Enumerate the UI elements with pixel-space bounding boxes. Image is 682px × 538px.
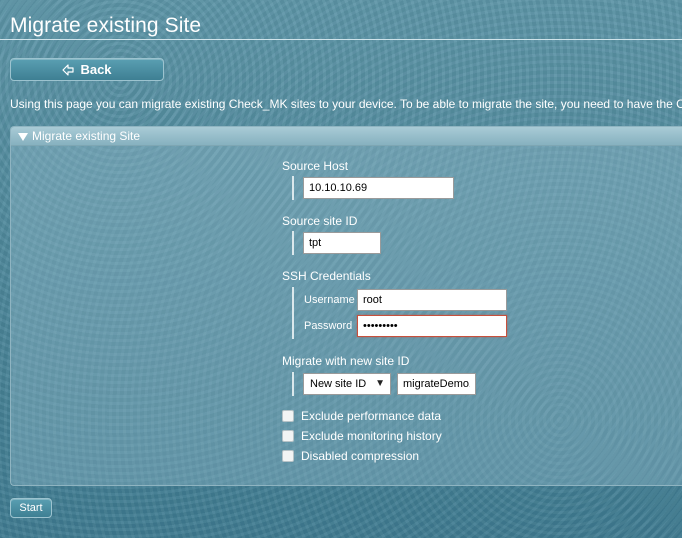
site-id-mode-value: New site ID (310, 378, 367, 390)
new-site-id-input[interactable] (397, 373, 476, 395)
migrate-site-panel: Migrate existing Site Source Host Source… (10, 126, 682, 486)
source-host-input[interactable] (303, 177, 454, 199)
site-id-mode-select[interactable]: New site ID ▼ (303, 373, 391, 395)
source-site-id-label: Source site ID (282, 214, 358, 228)
collapse-triangle-icon (18, 133, 28, 141)
panel-header[interactable]: Migrate existing Site (11, 127, 682, 146)
ssh-credentials-label: SSH Credentials (282, 269, 371, 283)
panel-title: Migrate existing Site (32, 129, 141, 143)
disabled-compression-checkbox[interactable] (282, 450, 294, 462)
password-label: Password (304, 320, 353, 332)
start-button[interactable]: Start (10, 498, 52, 518)
back-button[interactable]: Back (10, 58, 164, 81)
source-site-id-input[interactable] (303, 232, 381, 254)
exclude-monitoring-history-checkbox[interactable] (282, 430, 294, 442)
arrow-left-icon (62, 63, 75, 76)
exclude-monitoring-history-label: Exclude monitoring history (301, 429, 442, 443)
back-button-label: Back (80, 62, 112, 77)
exclude-monitoring-history-option[interactable]: Exclude monitoring history (282, 429, 442, 443)
intro-text: Using this page you can migrate existing… (10, 97, 682, 111)
disabled-compression-option[interactable]: Disabled compression (282, 449, 419, 463)
dropdown-arrow-icon: ▼ (375, 378, 385, 389)
page-title: Migrate existing Site (10, 14, 202, 37)
title-divider (0, 39, 682, 40)
migrate-new-site-id-rule (292, 372, 294, 396)
source-host-label: Source Host (282, 159, 349, 173)
migrate-new-site-id-label: Migrate with new site ID (282, 354, 410, 368)
username-input[interactable] (357, 289, 507, 311)
source-site-id-rule (292, 231, 294, 255)
exclude-performance-data-checkbox[interactable] (282, 410, 294, 422)
disabled-compression-label: Disabled compression (301, 449, 420, 463)
username-label: Username (304, 294, 355, 306)
password-input[interactable] (357, 315, 507, 337)
ssh-credentials-rule (292, 287, 294, 339)
exclude-performance-data-label: Exclude performance data (301, 409, 442, 423)
source-host-rule (292, 176, 294, 200)
exclude-performance-data-option[interactable]: Exclude performance data (282, 409, 441, 423)
